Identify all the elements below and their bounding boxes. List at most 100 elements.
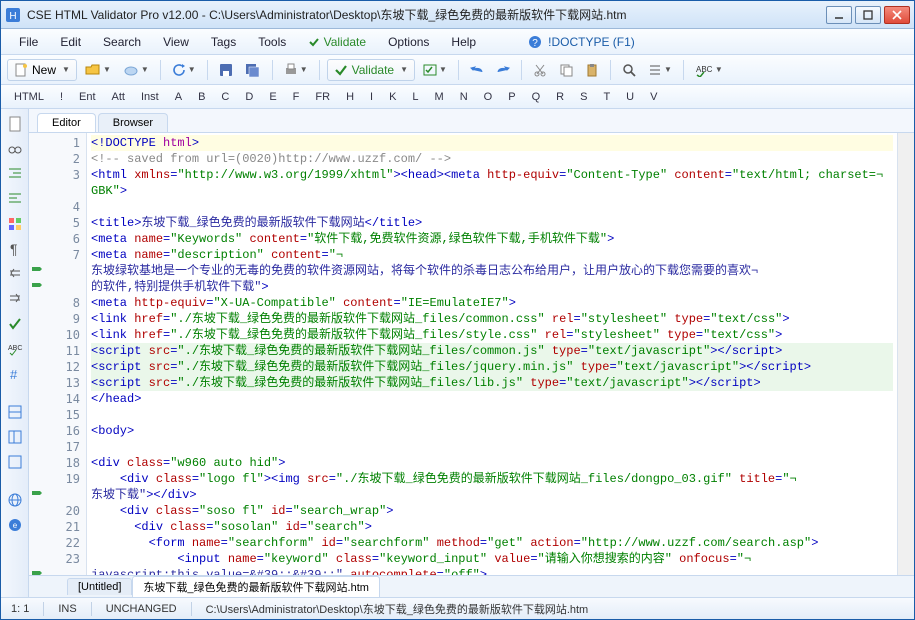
tab-browser[interactable]: Browser (98, 113, 168, 132)
tagbar-l[interactable]: L (405, 89, 425, 105)
menu-search[interactable]: Search (93, 32, 151, 52)
tagbar-h[interactable]: H (339, 89, 361, 105)
panel-icon (7, 429, 23, 445)
refresh-button[interactable]: ▼ (168, 59, 200, 81)
tagbar-p[interactable]: P (501, 89, 522, 105)
sidebar-panel2-button[interactable] (4, 426, 26, 448)
sidebar-outdent-button[interactable] (4, 188, 26, 210)
new-button[interactable]: New▼ (7, 59, 77, 81)
vertical-scrollbar[interactable] (897, 133, 914, 575)
findlist-button[interactable]: ▼ (644, 59, 676, 81)
sidebar-colors-button[interactable] (4, 213, 26, 235)
code-editor[interactable]: <!DOCTYPE html><!-- saved from url=(0020… (87, 133, 897, 575)
undo-button[interactable] (466, 59, 488, 81)
sidebar-indent-button[interactable] (4, 163, 26, 185)
tagbar-a[interactable]: A (168, 89, 189, 105)
tagbar-c[interactable]: C (214, 89, 236, 105)
menu-options[interactable]: Options (378, 32, 439, 52)
status-insert-mode: INS (58, 603, 76, 615)
tagbar-d[interactable]: D (238, 89, 260, 105)
toolbar-main: New▼ ▼ ▼ ▼ ▼ Validate▼ ▼ ▼ ABC▼ (1, 55, 914, 85)
menu-validate[interactable]: Validate (298, 32, 376, 52)
line-gutter[interactable]: 1234567891011121314151617181920212223 (29, 133, 87, 575)
tagbar-b[interactable]: B (191, 89, 212, 105)
sidebar: ¶ ABC # e (1, 109, 29, 597)
sidebar-browser-button[interactable]: e (4, 514, 26, 536)
spellcheck-button[interactable]: ABC▼ (691, 59, 727, 81)
minimize-button[interactable] (826, 6, 852, 24)
list-icon (648, 63, 662, 77)
save-all-button[interactable] (241, 59, 265, 81)
batch-button[interactable]: ▼ (419, 59, 451, 81)
app-icon: H (5, 7, 21, 23)
new-file-icon (14, 63, 28, 77)
redo-icon (496, 64, 510, 76)
save-icon (219, 63, 233, 77)
titlebar[interactable]: H CSE HTML Validator Pro v12.00 - C:\Use… (1, 1, 914, 29)
svg-text:¶: ¶ (10, 241, 18, 257)
sidebar-check-button[interactable] (4, 313, 26, 335)
tagbar-fr[interactable]: FR (308, 89, 337, 105)
sidebar-find-button[interactable] (4, 138, 26, 160)
tagbar-v[interactable]: V (643, 89, 664, 105)
check-icon (334, 63, 348, 77)
collapse-icon (7, 266, 23, 282)
save-all-icon (245, 63, 261, 77)
paste-icon (585, 63, 599, 77)
tagbar-html[interactable]: HTML (7, 89, 51, 105)
doctype-help-link[interactable]: ? !DOCTYPE (F1) (528, 35, 635, 49)
tagbar-inst[interactable]: Inst (134, 89, 166, 105)
tagbar-o[interactable]: O (477, 89, 500, 105)
status-position: 1: 1 (11, 603, 29, 615)
menu-edit[interactable]: Edit (50, 32, 91, 52)
cut-button[interactable] (529, 59, 551, 81)
menubar: File Edit Search View Tags Tools Validat… (1, 29, 914, 55)
copy-button[interactable] (555, 59, 577, 81)
tagbar-f[interactable]: F (286, 89, 307, 105)
menu-tags[interactable]: Tags (201, 32, 246, 52)
sidebar-globe-button[interactable] (4, 489, 26, 511)
sidebar-doc-button[interactable] (4, 113, 26, 135)
redo-button[interactable] (492, 59, 514, 81)
tagbar-k[interactable]: K (382, 89, 403, 105)
menu-tools[interactable]: Tools (248, 32, 296, 52)
tagbar-q[interactable]: Q (525, 89, 548, 105)
sidebar-collapse-button[interactable] (4, 263, 26, 285)
sidebar-expand-button[interactable] (4, 288, 26, 310)
expand-icon (7, 291, 23, 307)
tagbar-m[interactable]: M (428, 89, 451, 105)
tagbar-att[interactable]: Att (105, 89, 132, 105)
file-tab-untitled[interactable]: [Untitled] (67, 578, 132, 595)
tagbar-s[interactable]: S (573, 89, 594, 105)
print-button[interactable]: ▼ (280, 59, 312, 81)
svg-text:H: H (9, 11, 16, 22)
sidebar-panel3-button[interactable] (4, 451, 26, 473)
tagbar-n[interactable]: N (453, 89, 475, 105)
sidebar-spell-button[interactable]: ABC (4, 338, 26, 360)
maximize-button[interactable] (855, 6, 881, 24)
save-button[interactable] (215, 59, 237, 81)
tab-editor[interactable]: Editor (37, 113, 96, 132)
file-tab-current[interactable]: 东坡下载_绿色免费的最新版软件下载网站.htm (132, 576, 380, 597)
validate-button[interactable]: Validate▼ (327, 59, 415, 81)
sidebar-pilcrow-button[interactable]: ¶ (4, 238, 26, 260)
tagbar-ent[interactable]: Ent (72, 89, 103, 105)
panel-icon (7, 454, 23, 470)
menu-help[interactable]: Help (441, 32, 486, 52)
tagbar-u[interactable]: U (619, 89, 641, 105)
svg-text:#: # (10, 367, 18, 382)
tagbar-![interactable]: ! (53, 89, 70, 105)
menu-file[interactable]: File (9, 32, 48, 52)
sidebar-panel1-button[interactable] (4, 401, 26, 423)
tagbar-e[interactable]: E (262, 89, 283, 105)
tagbar-r[interactable]: R (549, 89, 571, 105)
close-button[interactable] (884, 6, 910, 24)
cloud-button[interactable]: ▼ (119, 59, 153, 81)
paste-button[interactable] (581, 59, 603, 81)
find-button[interactable] (618, 59, 640, 81)
sidebar-hash-button[interactable]: # (4, 363, 26, 385)
menu-view[interactable]: View (153, 32, 199, 52)
tagbar-i[interactable]: I (363, 89, 380, 105)
open-button[interactable]: ▼ (81, 59, 115, 81)
tagbar-t[interactable]: T (596, 89, 617, 105)
